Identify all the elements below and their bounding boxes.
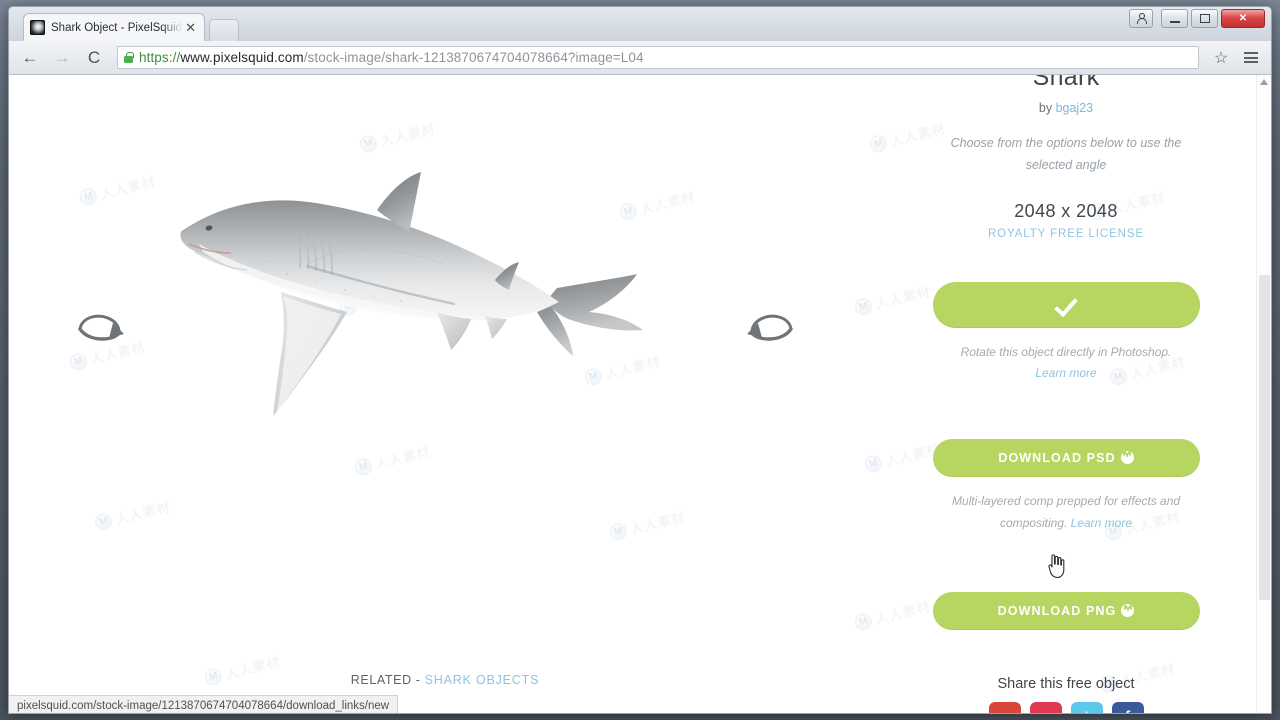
image-dimensions: 2048 x 2048 (1014, 200, 1118, 221)
tab-close-icon[interactable]: ✕ (183, 21, 198, 34)
tab-strip: Shark Object - PixelSquid ✕ ✕ (9, 7, 1271, 41)
checkmark-icon (1054, 293, 1078, 318)
rotate-right-arrow-icon[interactable] (69, 305, 129, 361)
forward-button[interactable]: → (49, 45, 75, 71)
twitter-icon[interactable]: t (1070, 702, 1103, 713)
download-psd-button[interactable]: DOWNLOAD PSD (932, 438, 1200, 477)
bookmark-star-icon[interactable]: ☆ (1209, 46, 1233, 70)
scroll-up-arrow-icon[interactable] (1260, 79, 1268, 85)
facebook-icon[interactable]: f (1111, 702, 1144, 713)
related-objects-line: RELATED - SHARK OBJECTS (9, 673, 881, 687)
by-prefix: by (1038, 101, 1056, 115)
author-link[interactable]: bgaj23 (1056, 101, 1094, 115)
google-plus-icon[interactable]: g+ (988, 702, 1021, 713)
pinterest-icon[interactable]: p (1029, 702, 1062, 713)
related-shark-objects-link[interactable]: SHARK OBJECTS (425, 673, 540, 687)
tab-title: Shark Object - PixelSquid (51, 21, 183, 34)
url-scheme: https:// (139, 50, 181, 65)
url-text: https://www.pixelsquid.com/stock-image/s… (139, 50, 644, 65)
maximize-button[interactable] (1191, 9, 1218, 28)
psd-learn-more-link[interactable]: Learn more (1071, 516, 1132, 530)
share-icon-row: g+ p t f (879, 702, 1253, 713)
author-byline: by bgaj23 (879, 101, 1253, 115)
shark-object-image[interactable] (159, 170, 699, 470)
lock-icon (124, 52, 134, 63)
download-png-label: DOWNLOAD PNG (997, 604, 1117, 619)
related-prefix: RELATED - (350, 673, 425, 687)
url-host: www.pixelsquid.com (180, 50, 304, 65)
license-label: ROYALTY FREE LICENSE (987, 227, 1145, 240)
close-button[interactable]: ✕ (1221, 9, 1265, 28)
psd-caption: Multi-layered comp prepped for effects a… (930, 491, 1202, 534)
object-stage: RELATED - SHARK OBJECTS (9, 75, 881, 713)
download-icon (1121, 604, 1135, 618)
url-path: /stock-image/shark-1213870674704078664?i… (303, 50, 644, 65)
new-tab-button[interactable] (209, 19, 239, 41)
pixelsquid-page: 人人素材 人人素材 人人素材 人人素材 人人素材 人人素材 人人素材 人人素材 … (9, 75, 1271, 713)
page-title: Shark (1032, 75, 1100, 91)
pixelsquid-favicon (30, 20, 45, 35)
photoshop-3d-caption: Rotate this object directly in Photoshop… (930, 342, 1202, 385)
status-bar: pixelsquid.com/stock-image/1213870674704… (9, 695, 399, 713)
download-icon (1120, 450, 1134, 464)
download-png-button[interactable]: DOWNLOAD PNG (932, 592, 1200, 631)
scrollbar-thumb[interactable] (1259, 275, 1270, 600)
back-button[interactable]: ← (17, 45, 43, 71)
share-heading: Share this free object (997, 676, 1135, 693)
object-detail-sidebar: Shark by bgaj23 Choose from the options … (879, 75, 1253, 713)
reload-icon[interactable]: C (81, 45, 107, 71)
page-viewport: 人人素材 人人素材 人人素材 人人素材 人人素材 人人素材 人人素材 人人素材 … (9, 75, 1271, 713)
download-psd-label: DOWNLOAD PSD (998, 450, 1116, 465)
instruction-text: Choose from the options below to use the… (950, 136, 1182, 172)
tab-shark-object[interactable]: Shark Object - PixelSquid ✕ (23, 13, 205, 41)
hamburger-menu-icon[interactable] (1239, 46, 1263, 70)
use-in-photoshop-button[interactable] (932, 281, 1200, 328)
page-scrollbar[interactable] (1256, 75, 1271, 713)
user-account-button[interactable] (1129, 9, 1153, 28)
minimize-button[interactable] (1161, 9, 1188, 28)
browser-window: Shark Object - PixelSquid ✕ ✕ ← → C http… (8, 6, 1272, 714)
photoshop-3d-caption-text: Rotate this object directly in Photoshop… (960, 344, 1172, 359)
psd-caption-text: Multi-layered comp prepped for effects a… (951, 493, 1181, 530)
address-bar[interactable]: https://www.pixelsquid.com/stock-image/s… (117, 46, 1199, 69)
rotate-left-arrow-icon[interactable] (742, 305, 802, 361)
browser-toolbar: ← → C https://www.pixelsquid.com/stock-i… (9, 41, 1271, 75)
photoshop-3d-learn-more-link[interactable]: Learn more (1035, 366, 1096, 380)
window-controls: ✕ (1129, 9, 1265, 28)
